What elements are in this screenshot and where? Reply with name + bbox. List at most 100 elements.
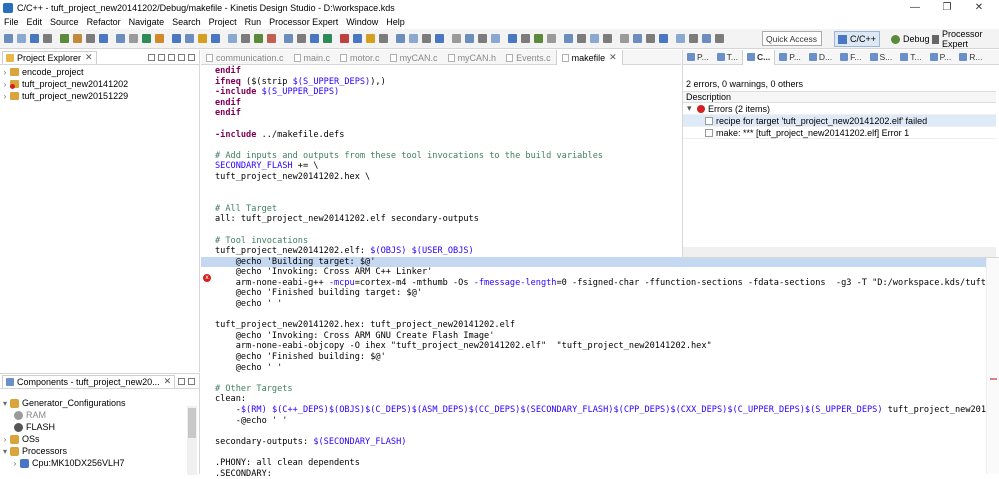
toolbar-button-icon[interactable] <box>633 34 642 43</box>
toolbar-button-icon[interactable] <box>577 34 586 43</box>
tab-communication-c[interactable]: communication.c <box>201 50 289 65</box>
toolbar-button-icon[interactable] <box>267 34 276 43</box>
error-overview-mark[interactable] <box>990 378 997 380</box>
problems-tab[interactable]: R... <box>955 50 986 65</box>
problems-tab[interactable]: P... <box>683 50 713 65</box>
toolbar-button-icon[interactable] <box>340 34 349 43</box>
chevron-down-icon[interactable]: ▾ <box>0 447 10 456</box>
toolbar-button-icon[interactable] <box>564 34 573 43</box>
problem-row[interactable]: recipe for target 'tuft_project_new20141… <box>683 115 996 127</box>
toolbar-button-icon[interactable] <box>547 34 556 43</box>
problems-group-row[interactable]: ▾ Errors (2 items) <box>683 103 996 115</box>
problems-tab[interactable]: C... <box>742 49 776 65</box>
close-button[interactable]: ✕ <box>963 0 995 15</box>
chevron-right-icon[interactable]: › <box>0 92 10 101</box>
toolbar-button-icon[interactable] <box>603 34 612 43</box>
problems-hscrollbar[interactable] <box>683 247 996 257</box>
code-line[interactable]: # Other Targets <box>201 384 999 395</box>
problems-tab[interactable]: T... <box>896 50 925 65</box>
view-menu-icon[interactable] <box>168 53 175 61</box>
toolbar-button-icon[interactable] <box>228 34 237 43</box>
toolbar-button-icon[interactable] <box>659 34 668 43</box>
toolbar-button-icon[interactable] <box>254 34 263 43</box>
toolbar-button-icon[interactable] <box>323 34 332 43</box>
toolbar-button-icon[interactable] <box>521 34 530 43</box>
link-editor-icon[interactable] <box>158 53 165 61</box>
code-line[interactable] <box>201 447 999 458</box>
code-line[interactable] <box>201 373 999 384</box>
problems-tab[interactable]: S... <box>866 50 897 65</box>
toolbar-button-icon[interactable] <box>99 34 108 43</box>
code-line[interactable]: @echo ' ' <box>201 363 999 374</box>
code-line[interactable]: @echo 'Finished building: $@' <box>201 352 999 363</box>
toolbar-button-icon[interactable] <box>30 34 39 43</box>
tree-item-components[interactable]: › Cpu:MK10DX256VLH7 <box>0 457 199 469</box>
tab-makefile[interactable]: makefile ✕ <box>555 50 623 65</box>
code-line[interactable]: @echo 'Invoking: Cross ARM C++ Linker' <box>201 267 999 278</box>
perspective-processor-expert-button[interactable]: Processor Expert <box>929 29 999 49</box>
tab-motor-c[interactable]: motor.c <box>335 50 385 65</box>
collapse-all-icon[interactable] <box>148 53 155 61</box>
toolbar-button-icon[interactable] <box>478 34 487 43</box>
perspective-cpp-button[interactable]: C/C++ <box>834 31 881 47</box>
components-scrollbar[interactable] <box>187 406 197 475</box>
toolbar-button-icon[interactable] <box>590 34 599 43</box>
chevron-right-icon[interactable]: › <box>10 459 20 468</box>
toolbar-button-icon[interactable] <box>241 34 250 43</box>
code-line[interactable] <box>201 310 999 321</box>
maximize-button[interactable]: ❐ <box>931 0 963 15</box>
column-header-description[interactable]: Description <box>683 91 996 103</box>
code-line[interactable]: arm-none-eabi-g++ -mcpu=cortex-m4 -mthum… <box>201 278 999 289</box>
chevron-right-icon[interactable]: › <box>0 435 10 444</box>
chevron-down-icon[interactable]: ▾ <box>0 399 10 408</box>
tree-item-components[interactable]: FLASH <box>0 421 199 433</box>
problems-tab[interactable]: P... <box>926 50 956 65</box>
toolbar-button-icon[interactable] <box>310 34 319 43</box>
code-line[interactable]: .PHONY: all clean dependents <box>201 458 999 469</box>
code-line[interactable]: @echo ' ' <box>201 299 999 310</box>
toolbar-button-icon[interactable] <box>43 34 52 43</box>
code-line[interactable] <box>201 426 999 437</box>
menu-refactor[interactable]: Refactor <box>87 17 121 27</box>
toolbar-button-icon[interactable] <box>379 34 388 43</box>
tree-item-components[interactable]: ▾ Processors <box>0 445 199 457</box>
quick-access-input[interactable]: Quick Access <box>762 31 822 46</box>
toolbar-button-icon[interactable] <box>116 34 125 43</box>
perspective-debug-button[interactable]: Debug <box>888 31 933 47</box>
toolbar-button-icon[interactable] <box>366 34 375 43</box>
code-line[interactable]: arm-none-eabi-objcopy -O ihex "tuft_proj… <box>201 341 999 352</box>
toolbar-button-icon[interactable] <box>297 34 306 43</box>
code-line[interactable]: tuft_project_new20141202.hex: tuft_proje… <box>201 320 999 331</box>
toolbar-button-icon[interactable] <box>491 34 500 43</box>
problems-tab[interactable]: F... <box>836 50 865 65</box>
code-line[interactable]: clean: <box>201 394 999 405</box>
toolbar-button-icon[interactable] <box>211 34 220 43</box>
menu-edit[interactable]: Edit <box>27 17 43 27</box>
tree-item-project[interactable]: › tuft_project_new20151229 <box>0 90 199 102</box>
scrollbar-thumb[interactable] <box>188 408 196 438</box>
tab-events-c[interactable]: Events.c <box>501 50 556 65</box>
toolbar-button-icon[interactable] <box>155 34 164 43</box>
toolbar-button-icon[interactable] <box>396 34 405 43</box>
toolbar-button-icon[interactable] <box>4 34 13 43</box>
close-icon[interactable]: ✕ <box>164 376 172 387</box>
minimize-button[interactable]: — <box>899 0 931 15</box>
menu-project[interactable]: Project <box>209 17 237 27</box>
minimize-view-icon[interactable] <box>188 377 195 385</box>
close-icon[interactable]: ✕ <box>609 52 617 63</box>
toolbar-button-icon[interactable] <box>689 34 698 43</box>
code-line[interactable]: -$(RM) $(C++_DEPS)$(OBJS)$(C_DEPS)$(ASM_… <box>201 405 999 416</box>
menu-source[interactable]: Source <box>50 17 79 27</box>
toolbar-button-icon[interactable] <box>465 34 474 43</box>
chevron-right-icon[interactable]: › <box>0 80 10 89</box>
menu-run[interactable]: Run <box>245 17 262 27</box>
code-line[interactable]: @echo 'Building target: $@' <box>201 256 999 268</box>
menu-help[interactable]: Help <box>386 17 405 27</box>
menu-window[interactable]: Window <box>346 17 378 27</box>
code-line[interactable]: secondary-outputs: $(SECONDARY_FLASH) <box>201 437 999 448</box>
toolbar-button-icon[interactable] <box>129 34 138 43</box>
toolbar-button-icon[interactable] <box>702 34 711 43</box>
chevron-down-icon[interactable]: ▾ <box>687 103 697 114</box>
chevron-right-icon[interactable]: › <box>0 68 10 77</box>
tab-components[interactable]: Components - tuft_project_new20... ✕ <box>2 374 176 388</box>
